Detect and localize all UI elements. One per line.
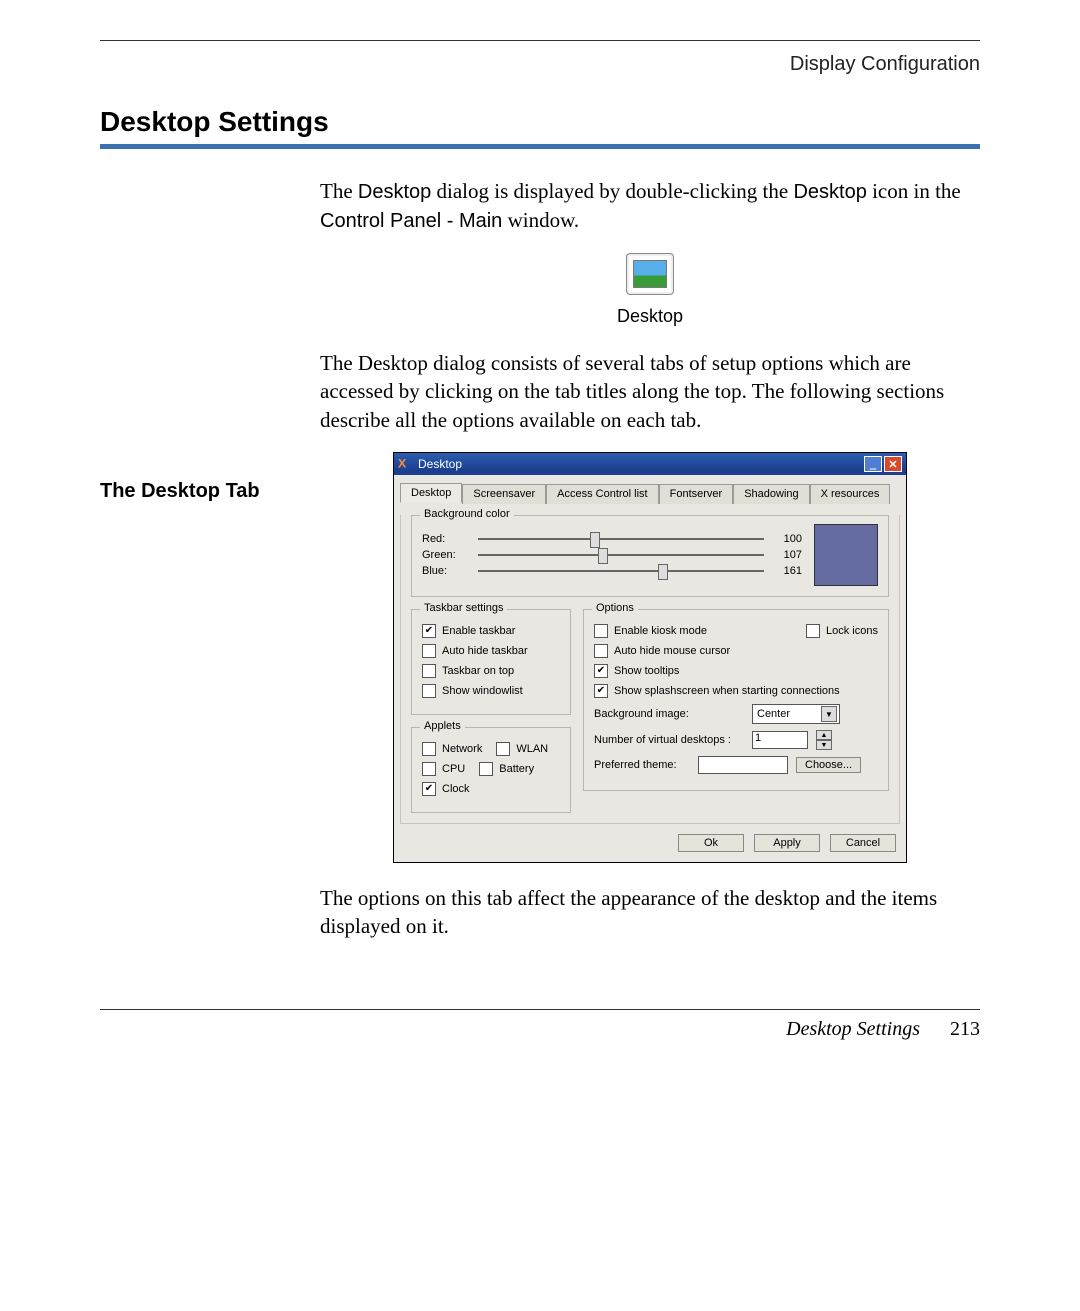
close-button[interactable]: ✕: [884, 456, 902, 472]
intro-paragraph-1: The Desktop dialog is displayed by doubl…: [320, 177, 980, 235]
bg-image-select[interactable]: Center ▼: [752, 704, 840, 724]
tab-fontserver[interactable]: Fontserver: [659, 484, 734, 504]
auto-hide-taskbar-checkbox[interactable]: [422, 644, 436, 658]
green-value: 107: [772, 549, 802, 561]
applet-battery-checkbox[interactable]: [479, 762, 493, 776]
group-label: Background color: [420, 508, 514, 520]
desktop-icon-caption: Desktop: [320, 306, 980, 327]
svg-text:X: X: [398, 457, 407, 471]
blue-slider[interactable]: [478, 570, 764, 572]
bg-image-label: Background image:: [594, 708, 744, 720]
show-splash-checkbox[interactable]: [594, 684, 608, 698]
tab-shadowing[interactable]: Shadowing: [733, 484, 809, 504]
num-desktops-input[interactable]: 1: [752, 731, 808, 749]
page-title: Desktop Settings: [100, 106, 980, 138]
blue-label: Blue:: [422, 565, 470, 577]
theme-label: Preferred theme:: [594, 759, 690, 771]
show-splash-label: Show splashscreen when starting connecti…: [614, 685, 840, 697]
red-slider[interactable]: [478, 538, 764, 540]
auto-hide-taskbar-label: Auto hide taskbar: [442, 645, 528, 657]
choose-button[interactable]: Choose...: [796, 757, 861, 773]
enable-kiosk-checkbox[interactable]: [594, 624, 608, 638]
blue-value: 161: [772, 565, 802, 577]
taskbar-on-top-checkbox[interactable]: [422, 664, 436, 678]
enable-taskbar-checkbox[interactable]: [422, 624, 436, 638]
red-value: 100: [772, 533, 802, 545]
spin-up-button[interactable]: ▲: [816, 730, 832, 740]
tab-xresources[interactable]: X resources: [810, 484, 891, 504]
applet-network-label: Network: [442, 743, 482, 755]
group-label: Options: [592, 602, 638, 614]
desktop-icon: [626, 253, 674, 295]
after-paragraph: The options on this tab affect the appea…: [320, 884, 980, 941]
num-desktops-label: Number of virtual desktops :: [594, 734, 744, 746]
auto-hide-cursor-label: Auto hide mouse cursor: [614, 645, 730, 657]
applet-clock-checkbox[interactable]: [422, 782, 436, 796]
applet-cpu-checkbox[interactable]: [422, 762, 436, 776]
applet-wlan-label: WLAN: [516, 743, 548, 755]
show-tooltips-label: Show tooltips: [614, 665, 679, 677]
applet-network-checkbox[interactable]: [422, 742, 436, 756]
minimize-button[interactable]: ‗: [864, 456, 882, 472]
ok-button[interactable]: Ok: [678, 834, 744, 852]
accent-rule: [100, 144, 980, 149]
enable-taskbar-label: Enable taskbar: [442, 625, 515, 637]
group-label: Applets: [420, 720, 465, 732]
group-background-color: Background color Red: 100 Green:: [411, 515, 889, 597]
group-options: Options Enable kiosk mode Lock icons Aut…: [583, 609, 889, 791]
lock-icons-checkbox[interactable]: [806, 624, 820, 638]
group-taskbar: Taskbar settings Enable taskbar Auto hid…: [411, 609, 571, 715]
lock-icons-label: Lock icons: [826, 625, 878, 637]
taskbar-on-top-label: Taskbar on top: [442, 665, 514, 677]
applet-wlan-checkbox[interactable]: [496, 742, 510, 756]
group-applets: Applets Network WLAN CPU Battery: [411, 727, 571, 813]
tab-access-control[interactable]: Access Control list: [546, 484, 658, 504]
desktop-dialog: X Desktop ‗ ✕ Desktop Screensaver Access…: [393, 452, 907, 863]
red-label: Red:: [422, 533, 470, 545]
tab-subhead: The Desktop Tab: [100, 480, 320, 503]
chevron-down-icon: ▼: [821, 706, 837, 722]
intro-paragraph-2: The Desktop dialog consists of several t…: [320, 349, 980, 434]
app-x-icon: X: [398, 457, 412, 471]
applet-cpu-label: CPU: [442, 763, 465, 775]
spin-down-button[interactable]: ▼: [816, 740, 832, 750]
theme-input[interactable]: [698, 756, 788, 774]
green-label: Green:: [422, 549, 470, 561]
apply-button[interactable]: Apply: [754, 834, 820, 852]
color-swatch: [814, 524, 878, 586]
tab-screensaver[interactable]: Screensaver: [462, 484, 546, 504]
group-label: Taskbar settings: [420, 602, 507, 614]
show-windowlist-checkbox[interactable]: [422, 684, 436, 698]
show-windowlist-label: Show windowlist: [442, 685, 523, 697]
enable-kiosk-label: Enable kiosk mode: [614, 625, 707, 637]
show-tooltips-checkbox[interactable]: [594, 664, 608, 678]
cancel-button[interactable]: Cancel: [830, 834, 896, 852]
page-header: Display Configuration: [100, 53, 980, 76]
applet-battery-label: Battery: [499, 763, 534, 775]
window-title: Desktop: [418, 457, 462, 471]
page-footer: Desktop Settings 213: [100, 1009, 980, 1041]
titlebar: X Desktop ‗ ✕: [394, 453, 906, 475]
tab-desktop[interactable]: Desktop: [400, 483, 462, 503]
applet-clock-label: Clock: [442, 783, 470, 795]
auto-hide-cursor-checkbox[interactable]: [594, 644, 608, 658]
green-slider[interactable]: [478, 554, 764, 556]
